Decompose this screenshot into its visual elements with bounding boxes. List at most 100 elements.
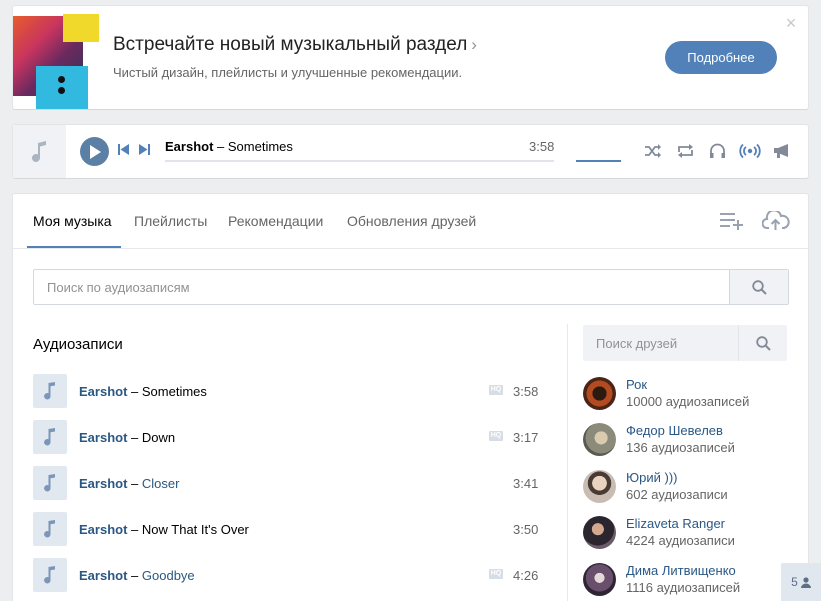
friend-name[interactable]: Федор Шевелев <box>626 423 723 438</box>
friend-audio-count: 4224 аудиозаписи <box>626 533 735 548</box>
track-song-link[interactable]: Closer <box>142 476 180 491</box>
note-icon <box>44 474 55 492</box>
track-cover[interactable] <box>33 374 67 408</box>
upload-icon[interactable] <box>762 211 790 231</box>
shuffle-icon[interactable] <box>644 143 662 159</box>
friend-audio-count: 136 аудиозаписей <box>626 440 735 455</box>
repeat-icon[interactable] <box>676 143 695 159</box>
next-icon[interactable] <box>139 144 150 155</box>
friend-audio-count: 10000 аудиозаписей <box>626 394 750 409</box>
promo-banner: Встречайте новый музыкальный раздел › Чис… <box>13 6 808 109</box>
audio-search-button[interactable] <box>729 270 788 304</box>
avatar[interactable] <box>583 516 616 549</box>
volume-slider[interactable] <box>576 160 621 162</box>
track-row[interactable]: Earshot – Now That It's Over 3:50 <box>33 512 538 548</box>
friend-item[interactable]: Рок 10000 аудиозаписей <box>583 377 788 417</box>
track-cover[interactable] <box>33 512 67 546</box>
avatar[interactable] <box>583 377 616 410</box>
broadcast-icon[interactable] <box>739 143 761 159</box>
track-title: Earshot – Down <box>79 430 176 445</box>
track-row[interactable]: Earshot – Closer 3:41 <box>33 466 538 502</box>
note-icon <box>44 566 55 584</box>
tab-friends-updates[interactable]: Обновления друзей <box>347 213 476 229</box>
hq-badge: HQ <box>489 431 503 441</box>
album-art-blue <box>36 66 88 109</box>
now-playing-song: Sometimes <box>227 139 293 154</box>
megaphone-icon[interactable] <box>773 143 791 159</box>
hq-badge: HQ <box>489 385 503 395</box>
note-icon <box>44 428 55 446</box>
friend-item[interactable]: Дима Литвищенко 1116 аудиозаписей <box>583 563 788 601</box>
progress-bar[interactable] <box>165 160 554 162</box>
track-row[interactable]: Earshot – Down HQ 3:17 <box>33 420 538 456</box>
tab-recommendations[interactable]: Рекомендации <box>228 213 323 229</box>
friends-search <box>583 325 787 361</box>
add-playlist-icon[interactable] <box>720 211 745 231</box>
tab-playlists[interactable]: Плейлисты <box>134 213 207 229</box>
more-details-button[interactable]: Подробнее <box>665 41 777 74</box>
now-playing-duration: 3:58 <box>529 139 555 154</box>
track-artist[interactable]: Earshot <box>79 430 127 445</box>
promo-title[interactable]: Встречайте новый музыкальный раздел › <box>113 34 477 56</box>
search-icon <box>751 279 767 295</box>
friend-item[interactable]: Федор Шевелев 136 аудиозаписей <box>583 423 788 463</box>
friend-audio-count: 602 аудиозаписи <box>626 487 728 502</box>
avatar[interactable] <box>583 470 616 503</box>
track-title: Earshot – Sometimes <box>79 384 207 399</box>
note-icon <box>31 140 46 162</box>
track-title: Earshot – Goodbye <box>79 568 195 583</box>
online-count: 5 <box>791 575 798 589</box>
friend-item[interactable]: Юрий ))) 602 аудиозаписи <box>583 470 788 510</box>
avatar[interactable] <box>583 423 616 456</box>
friends-search-button[interactable] <box>738 325 787 361</box>
player-cover <box>13 125 66 178</box>
track-cover[interactable] <box>33 420 67 454</box>
active-tab-underline <box>27 246 121 248</box>
track-cover[interactable] <box>33 558 67 592</box>
user-icon <box>800 576 811 588</box>
friend-name[interactable]: Юрий ))) <box>626 470 678 485</box>
column-divider <box>567 324 568 601</box>
track-duration: 3:58 <box>513 384 539 399</box>
friend-name[interactable]: Elizaveta Ranger <box>626 516 725 531</box>
previous-icon[interactable] <box>118 144 129 155</box>
track-duration: 3:41 <box>513 476 539 491</box>
track-row[interactable]: Earshot – Goodbye HQ 4:26 <box>33 558 538 594</box>
tab-my-music[interactable]: Моя музыка <box>33 213 112 229</box>
play-button[interactable] <box>80 137 109 166</box>
avatar[interactable] <box>583 563 616 596</box>
track-song: Now That It's Over <box>141 522 249 537</box>
track-song: Down <box>141 430 176 445</box>
track-title: Earshot – Closer <box>79 476 180 491</box>
track-artist[interactable]: Earshot <box>79 384 127 399</box>
now-playing-artist[interactable]: Earshot <box>165 139 213 154</box>
track-song-link[interactable]: Goodbye <box>142 568 195 583</box>
online-friends-badge[interactable]: 5 <box>781 563 821 601</box>
friend-name[interactable]: Дима Литвищенко <box>626 563 736 578</box>
promo-subtitle: Чистый дизайн, плейлисты и улучшенные ре… <box>113 65 463 80</box>
track-title: Earshot – Now That It's Over <box>79 522 249 537</box>
track-artist[interactable]: Earshot <box>79 476 127 491</box>
friends-search-input[interactable] <box>583 325 738 361</box>
friend-name[interactable]: Рок <box>626 377 647 392</box>
track-duration: 4:26 <box>513 568 539 583</box>
chevron-right-icon: › <box>471 35 477 54</box>
search-icon <box>755 335 771 351</box>
track-artist[interactable]: Earshot <box>79 568 127 583</box>
headphones-icon[interactable] <box>709 143 726 159</box>
audio-search <box>33 269 789 305</box>
audio-search-input[interactable] <box>34 270 728 304</box>
track-artist[interactable]: Earshot <box>79 522 127 537</box>
track-cover[interactable] <box>33 466 67 500</box>
section-title: Аудиозаписи <box>33 336 123 353</box>
tab-bar: Моя музыка Плейлисты Рекомендации Обновл… <box>13 194 808 249</box>
hq-badge: HQ <box>489 569 503 579</box>
audio-player: Earshot – Sometimes 3:58 <box>13 125 808 178</box>
close-icon[interactable]: × <box>783 14 799 32</box>
track-row[interactable]: Earshot – Sometimes HQ 3:58 <box>33 374 538 410</box>
note-icon <box>44 520 55 538</box>
track-song: Sometimes <box>141 384 207 399</box>
friend-item[interactable]: Elizaveta Ranger 4224 аудиозаписи <box>583 516 788 556</box>
track-duration: 3:17 <box>513 430 539 445</box>
music-main-panel: Моя музыка Плейлисты Рекомендации Обновл… <box>13 194 808 601</box>
